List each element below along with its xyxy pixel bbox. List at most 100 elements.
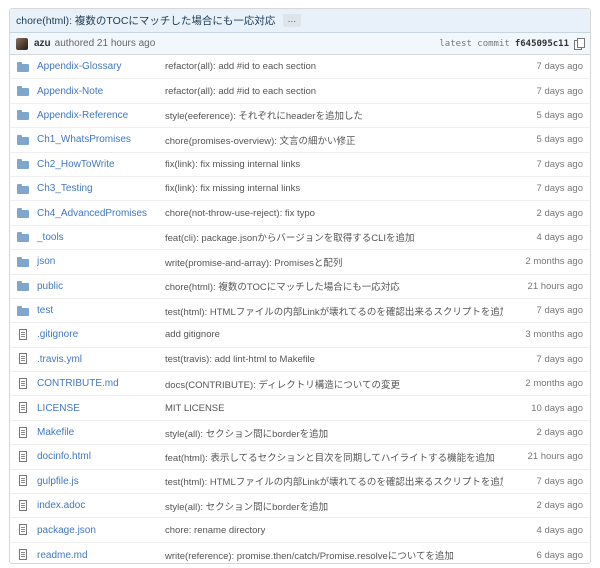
file-row: package.json chore: rename directory 4 day… bbox=[10, 518, 590, 543]
file-name-link[interactable]: docinfo.html bbox=[37, 451, 165, 462]
file-icon bbox=[17, 426, 29, 439]
commit-message-link[interactable]: add gitignore bbox=[165, 329, 503, 340]
avatar[interactable] bbox=[16, 37, 28, 50]
file-row: LICENSE MIT LICENSE 10 days ago bbox=[10, 396, 590, 421]
commit-message-link[interactable]: test(travis): add lint-html to Makefile bbox=[165, 354, 503, 365]
file-icon bbox=[17, 377, 29, 390]
file-icon bbox=[17, 353, 29, 365]
commit-title-bar: chore(html): 複数のTOCにマッチした場合にも一応対応 … bbox=[10, 9, 590, 33]
file-name-link[interactable]: Ch4_AdvancedPromises bbox=[37, 208, 165, 219]
file-name-link[interactable]: public bbox=[37, 281, 165, 292]
folder-icon bbox=[17, 305, 29, 317]
commit-age: 3 months ago bbox=[525, 329, 583, 341]
file-name-link[interactable]: .travis.yml bbox=[37, 354, 165, 365]
file-row: index.adoc style(all): セクション間にborderを追加 2 … bbox=[10, 494, 590, 519]
file-row: _tools feat(cli): package.jsonからバージョンを取得す… bbox=[10, 226, 590, 251]
file-name-link[interactable]: CONTRIBUTE.md bbox=[37, 378, 165, 389]
file-name-link[interactable]: test bbox=[37, 305, 165, 316]
folder-icon bbox=[17, 280, 29, 292]
folder-icon bbox=[17, 158, 29, 170]
file-icon bbox=[17, 549, 29, 561]
commit-age: 7 days ago bbox=[536, 353, 583, 365]
folder-icon bbox=[17, 61, 29, 73]
commit-title[interactable]: chore(html): 複数のTOCにマッチした場合にも一応対応 bbox=[16, 13, 275, 28]
commit-message-link[interactable]: style(all): セクション間にborderを追加 bbox=[165, 499, 503, 513]
commit-age: 2 months ago bbox=[525, 256, 583, 268]
commit-sha-link[interactable]: f645095c11 bbox=[515, 39, 569, 49]
commit-age: 2 days ago bbox=[536, 500, 583, 512]
file-name-link[interactable]: Ch1_WhatsPromises bbox=[37, 134, 165, 145]
commit-age: 4 days ago bbox=[536, 524, 583, 536]
commit-age: 7 days ago bbox=[536, 61, 583, 73]
commit-message-link[interactable]: test(html): HTMLファイルの内部Linkが壊れてるのを確認出来るス… bbox=[165, 304, 503, 318]
file-row: .travis.yml test(travis): add lint-html t… bbox=[10, 348, 590, 373]
file-name-link[interactable]: _tools bbox=[37, 232, 165, 243]
file-row: readme.md write(reference): promise.then/… bbox=[10, 543, 590, 563]
file-name-link[interactable]: Appendix-Note bbox=[37, 86, 165, 97]
commit-message-link[interactable]: chore(not-throw-use-reject): fix typo bbox=[165, 208, 503, 219]
file-name-link[interactable]: Ch3_Testing bbox=[37, 183, 165, 194]
file-name-link[interactable]: .gitignore bbox=[37, 329, 165, 340]
file-name-link[interactable]: Ch2_HowToWrite bbox=[37, 159, 165, 170]
clipboard-icon[interactable] bbox=[574, 37, 585, 50]
commit-message-link[interactable]: style(eeference): それぞれにheaderを追加した bbox=[165, 108, 503, 122]
file-name-link[interactable]: readme.md bbox=[37, 550, 165, 561]
commit-message-link[interactable]: fix(link): fix missing internal links bbox=[165, 159, 503, 170]
commit-message-link[interactable]: style(all): セクション間にborderを追加 bbox=[165, 426, 503, 440]
commit-message-link[interactable]: refactor(all): add #id to each section bbox=[165, 61, 503, 72]
folder-icon bbox=[17, 183, 29, 195]
file-icon bbox=[17, 475, 29, 487]
folder-icon bbox=[17, 231, 29, 243]
commit-age: 21 hours ago bbox=[527, 280, 583, 292]
commit-age: 5 days ago bbox=[536, 134, 583, 146]
commit-age: 4 days ago bbox=[536, 231, 583, 243]
file-icon bbox=[17, 499, 29, 512]
commit-age: 2 months ago bbox=[525, 378, 583, 390]
file-row: Ch2_HowToWrite fix(link): fix missing int… bbox=[10, 153, 590, 177]
folder-icon bbox=[17, 134, 29, 146]
commit-message-link[interactable]: feat(html): 表示してるセクションと目次を同期してハイライトする機能を… bbox=[165, 450, 503, 464]
file-row: Appendix-Glossary refactor(all): add #id … bbox=[10, 55, 590, 80]
file-name-link[interactable]: gulpfile.js bbox=[37, 476, 165, 487]
file-list: Appendix-Glossary refactor(all): add #id … bbox=[10, 55, 590, 563]
commit-author[interactable]: azu bbox=[34, 38, 51, 49]
commit-message-link[interactable]: test(html): HTMLファイルの内部Linkが壊れてるのを確認出来るス… bbox=[165, 474, 503, 488]
file-icon bbox=[17, 328, 29, 341]
file-name-link[interactable]: index.adoc bbox=[37, 500, 165, 511]
commit-message-link[interactable]: write(reference): promise.then/catch/Pro… bbox=[165, 548, 503, 562]
latest-commit-label: latest commit bbox=[439, 38, 510, 49]
file-name-link[interactable]: json bbox=[37, 256, 165, 267]
file-icon bbox=[17, 450, 29, 463]
commit-message-link[interactable]: chore(promises-overview): 文言の細かい修正 bbox=[165, 133, 503, 147]
commit-message-link[interactable]: refactor(all): add #id to each section bbox=[165, 86, 503, 97]
commit-message-link[interactable]: chore(html): 複数のTOCにマッチした場合にも一応対応 bbox=[165, 279, 503, 293]
commit-age: 7 days ago bbox=[536, 85, 583, 97]
file-row: docinfo.html feat(html): 表示してるセクションと目次を同期… bbox=[10, 445, 590, 470]
file-name-link[interactable]: Appendix-Reference bbox=[37, 110, 165, 121]
commit-message-link[interactable]: write(promise-and-array): Promisesと配列 bbox=[165, 255, 503, 269]
commit-message-link[interactable]: MIT LICENSE bbox=[165, 403, 503, 414]
commit-age: 5 days ago bbox=[536, 109, 583, 121]
expand-commit-button[interactable]: … bbox=[283, 14, 302, 27]
commit-age: 7 days ago bbox=[536, 305, 583, 317]
commit-message-link[interactable]: docs(CONTRIBUTE): ディレクトリ構造についての変更 bbox=[165, 377, 503, 391]
commit-message-link[interactable]: chore: rename directory bbox=[165, 525, 503, 536]
file-row: public chore(html): 複数のTOCにマッチした場合にも一応対応 2… bbox=[10, 275, 590, 299]
file-name-link[interactable]: package.json bbox=[37, 525, 165, 536]
folder-icon bbox=[17, 85, 29, 97]
file-row: gulpfile.js test(html): HTMLファイルの内部Linkが壊… bbox=[10, 470, 590, 495]
commit-age: 7 days ago bbox=[536, 475, 583, 487]
file-name-link[interactable]: LICENSE bbox=[37, 403, 165, 414]
file-name-link[interactable]: Makefile bbox=[37, 427, 165, 438]
commit-age: 6 days ago bbox=[536, 549, 583, 561]
folder-icon bbox=[17, 207, 29, 219]
commit-message-link[interactable]: fix(link): fix missing internal links bbox=[165, 183, 503, 194]
commit-age: 2 days ago bbox=[536, 427, 583, 439]
commit-message-link[interactable]: feat(cli): package.jsonからバージョンを取得するCLIを追… bbox=[165, 230, 503, 244]
file-name-link[interactable]: Appendix-Glossary bbox=[37, 61, 165, 72]
folder-icon bbox=[17, 256, 29, 268]
file-row: .gitignore add gitignore 3 months ago bbox=[10, 323, 590, 348]
commit-age: 2 days ago bbox=[536, 207, 583, 219]
file-row: json write(promise-and-array): Promisesと配… bbox=[10, 250, 590, 275]
commit-authored-time: authored 21 hours ago bbox=[54, 38, 156, 49]
